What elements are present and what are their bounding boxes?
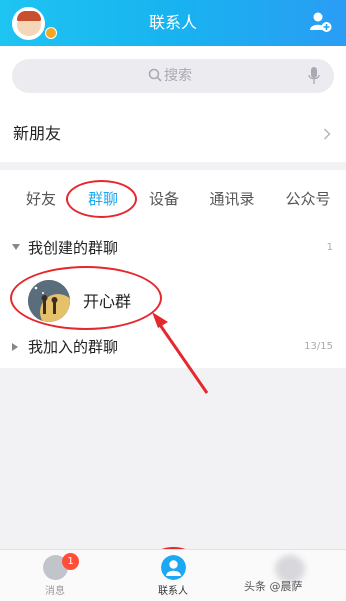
nav-contacts-label: 联系人 [158, 586, 188, 597]
joined-groups-header[interactable]: 我加入的群聊 13/15 [0, 332, 346, 362]
joined-groups-count: 13/15 [304, 341, 333, 352]
contacts-panel: 好友 群聊 设备 通讯录 公众号 我创建的群聊 1 开心群 我加入的群聊 13/… [0, 170, 346, 368]
page-title: 联系人 [148, 13, 197, 32]
created-groups-count: 1 [326, 242, 333, 253]
title-bar: 联系人 [0, 0, 346, 46]
new-friends-row[interactable]: 新朋友 [0, 106, 346, 162]
search-icon [148, 68, 162, 82]
tab-address-book[interactable]: 通讯录 [196, 170, 268, 228]
add-contact-icon[interactable] [310, 11, 332, 33]
nav-messages[interactable]: 1 消息 [20, 550, 90, 601]
group-list-item[interactable]: 开心群 [0, 274, 346, 330]
search-section: 搜索 [0, 46, 346, 106]
search-input[interactable]: 搜索 [12, 59, 334, 93]
tab-official-accounts[interactable]: 公众号 [274, 170, 342, 228]
watermark: 头条 @晨萨 [244, 580, 303, 593]
joined-groups-label: 我加入的群聊 [28, 338, 119, 356]
new-friends-label: 新朋友 [13, 124, 62, 143]
nav-contacts[interactable]: 联系人 [138, 550, 208, 601]
group-avatar-image [28, 280, 70, 322]
group-name: 开心群 [83, 292, 132, 311]
chevron-right-icon [323, 128, 331, 140]
contacts-icon [161, 555, 186, 580]
search-placeholder: 搜索 [164, 68, 192, 84]
created-groups-label: 我创建的群聊 [28, 239, 119, 257]
nav-messages-label: 消息 [45, 586, 65, 597]
expand-down-icon [12, 244, 20, 250]
tab-friends[interactable]: 好友 [10, 170, 72, 228]
tab-devices[interactable]: 设备 [134, 170, 194, 228]
group-avatar [28, 280, 70, 322]
tab-group-chats[interactable]: 群聊 [72, 170, 134, 228]
created-groups-header[interactable]: 我创建的群聊 1 [0, 233, 346, 263]
microphone-icon[interactable] [308, 67, 320, 85]
expand-right-icon [12, 343, 18, 351]
unread-badge: 1 [62, 553, 79, 570]
